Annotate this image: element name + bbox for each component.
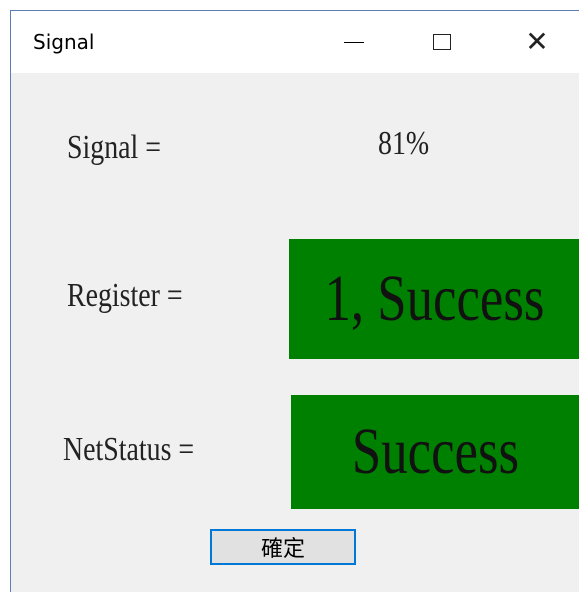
register-status-text: 1, Success	[324, 262, 545, 335]
ok-button[interactable]: 確定	[210, 529, 356, 565]
close-icon: ✕	[525, 25, 549, 58]
minimize-button[interactable]	[324, 11, 384, 73]
signal-value: 81%	[378, 125, 430, 162]
title-bar: Signal ✕	[11, 11, 579, 73]
netstatus-status-text: Success	[351, 415, 520, 488]
minimize-icon	[344, 41, 364, 43]
maximize-button[interactable]	[412, 11, 472, 73]
netstatus-label: NetStatus =	[63, 431, 195, 468]
signal-window: Signal ✕ Signal = 81% Register = 1, Succ…	[10, 10, 579, 592]
window-title: Signal	[33, 30, 95, 54]
signal-label: Signal =	[67, 129, 161, 166]
register-label: Register =	[67, 277, 183, 314]
close-button[interactable]: ✕	[507, 11, 567, 73]
maximize-icon	[433, 34, 451, 50]
ok-button-label: 確定	[260, 537, 305, 562]
netstatus-status-box: Success	[291, 395, 579, 509]
register-status-box: 1, Success	[289, 239, 579, 359]
